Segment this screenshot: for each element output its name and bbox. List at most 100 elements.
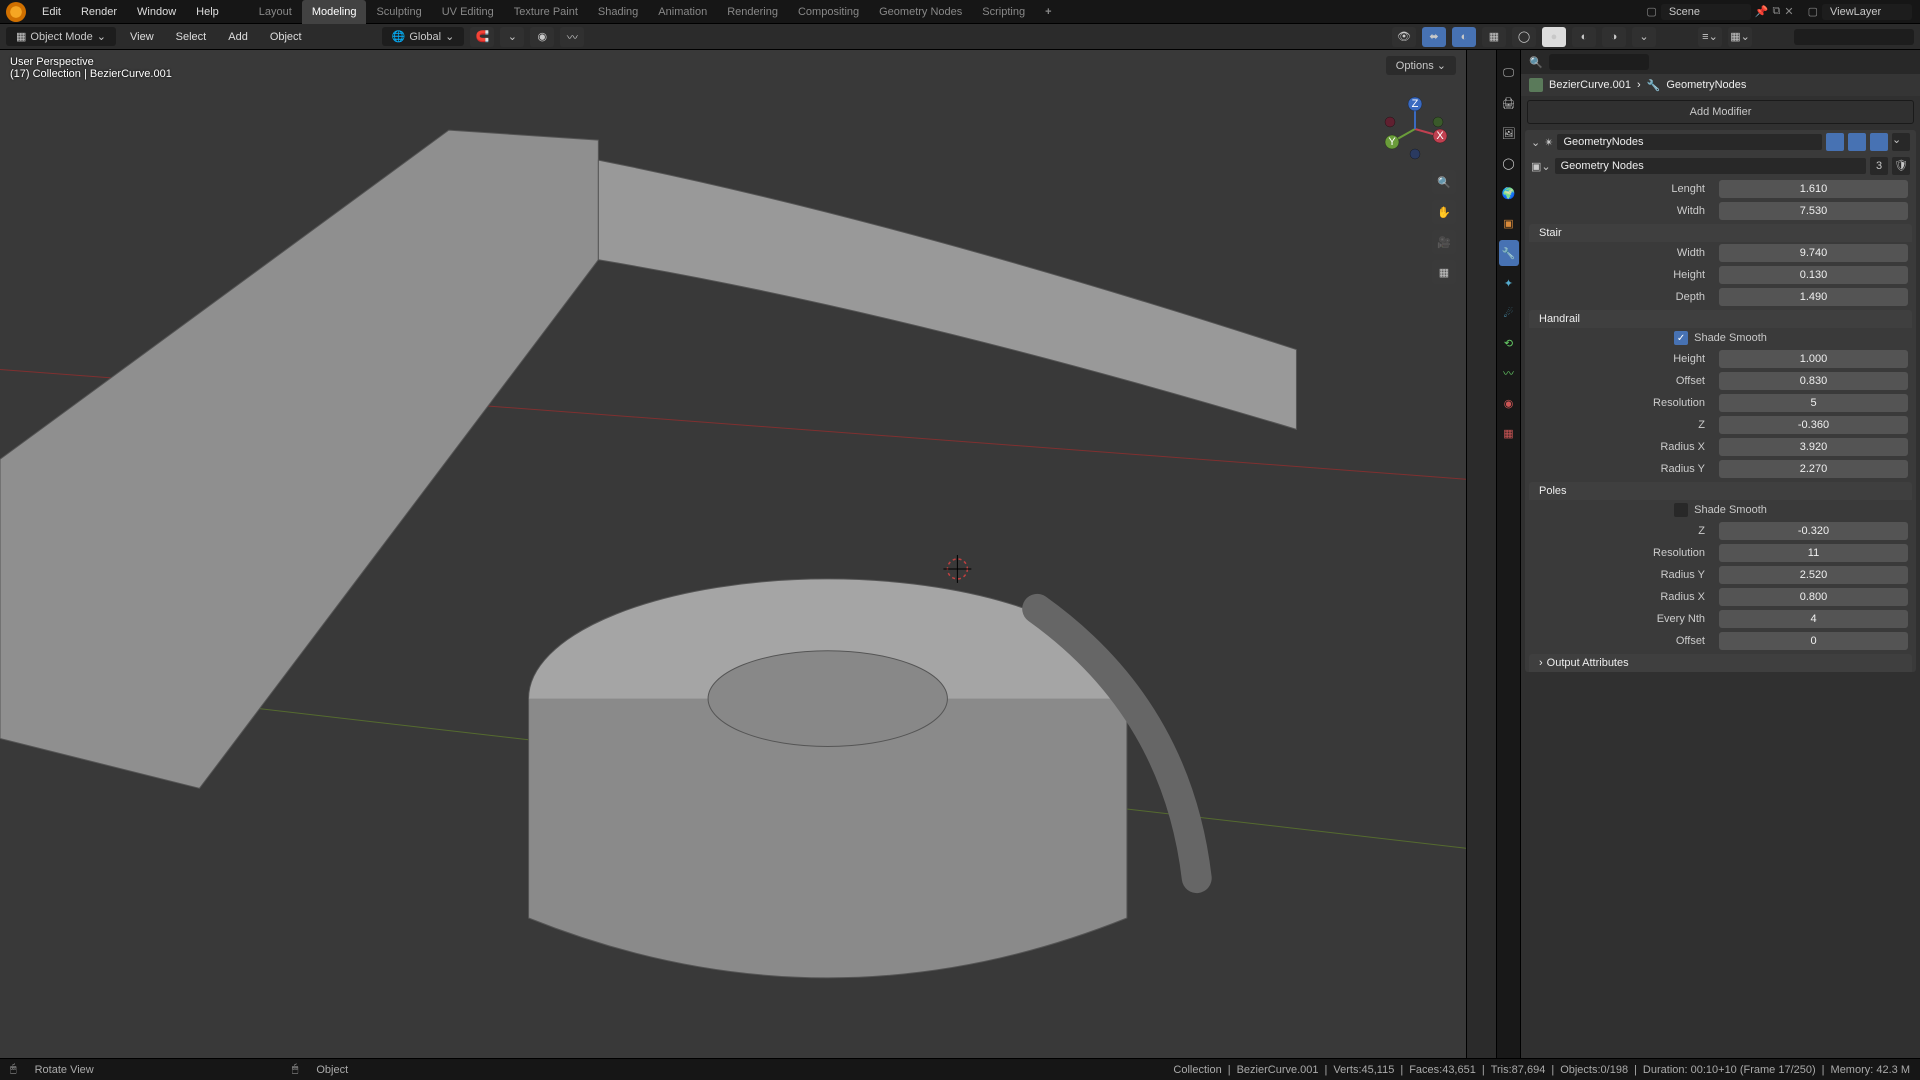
viewlayer-name-field[interactable]: ViewLayer <box>1822 4 1912 20</box>
shading-rendered[interactable]: ◑ <box>1602 27 1626 47</box>
input-value[interactable]: 5 <box>1719 394 1908 412</box>
ws-tab-add[interactable]: + <box>1035 0 1061 24</box>
camera-icon[interactable]: 🎥 <box>1432 230 1456 254</box>
tab-viewlayer[interactable]: 🖼 <box>1499 120 1519 146</box>
menu-edit[interactable]: Edit <box>32 0 71 24</box>
shading-solid[interactable]: ● <box>1542 27 1566 47</box>
orientation-dropdown[interactable]: 🌐 Global ⌄ <box>382 27 465 46</box>
input-value[interactable]: 7.530 <box>1719 202 1908 220</box>
menu-help[interactable]: Help <box>186 0 229 24</box>
ws-tab-uv[interactable]: UV Editing <box>432 0 504 24</box>
tab-texture[interactable]: ▦ <box>1499 420 1519 446</box>
section-header[interactable]: Handrail <box>1529 310 1912 328</box>
input-value[interactable]: 2.520 <box>1719 566 1908 584</box>
outliner-display-mode[interactable]: ≡⌄ <box>1698 27 1722 47</box>
mod-extra-menu[interactable]: ⌄ <box>1892 133 1910 151</box>
tab-scene[interactable]: ◯ <box>1499 150 1519 176</box>
ws-tab-rendering[interactable]: Rendering <box>717 0 788 24</box>
pan-icon[interactable]: ✋ <box>1432 200 1456 224</box>
input-value[interactable]: -0.320 <box>1719 522 1908 540</box>
shading-options[interactable]: ⌄ <box>1632 27 1656 47</box>
tab-world[interactable]: 🌍 <box>1499 180 1519 206</box>
input-value[interactable]: 3.920 <box>1719 438 1908 456</box>
tab-constraints[interactable]: ⟲ <box>1499 330 1519 356</box>
shading-matprev[interactable]: ◐ <box>1572 27 1596 47</box>
tab-output[interactable]: 🖨 <box>1499 90 1519 116</box>
shading-wire[interactable]: ◯ <box>1512 27 1536 47</box>
nodegroup-fakeuser[interactable]: 🛡 <box>1892 157 1910 175</box>
outliner-collapse-strip[interactable] <box>1466 50 1496 1058</box>
nodegroup-name-field[interactable] <box>1555 158 1866 174</box>
ws-tab-scripting[interactable]: Scripting <box>972 0 1035 24</box>
tab-object[interactable]: ▣ <box>1499 210 1519 236</box>
proportional-toggle[interactable]: ◉ <box>530 27 554 47</box>
input-value[interactable]: 2.270 <box>1719 460 1908 478</box>
tab-material[interactable]: ◉ <box>1499 390 1519 416</box>
mod-render-toggle[interactable] <box>1848 133 1866 151</box>
visibility-icon[interactable]: 👁 <box>1392 27 1416 47</box>
viewport-3d[interactable]: User Perspective (17) Collection | Bezie… <box>0 50 1466 1058</box>
input-value[interactable]: -0.360 <box>1719 416 1908 434</box>
perspective-icon[interactable]: ▦ <box>1432 260 1456 284</box>
header-view[interactable]: View <box>122 31 162 43</box>
chevron-down-icon[interactable]: ⌄ <box>1531 136 1540 149</box>
input-value[interactable]: 11 <box>1719 544 1908 562</box>
menu-window[interactable]: Window <box>127 0 186 24</box>
input-value[interactable]: 9.740 <box>1719 244 1908 262</box>
tab-modifiers[interactable]: 🔧 <box>1499 240 1519 266</box>
header-select[interactable]: Select <box>168 31 215 43</box>
input-value[interactable]: 0.830 <box>1719 372 1908 390</box>
ws-tab-layout[interactable]: Layout <box>249 0 302 24</box>
input-value[interactable]: 1.610 <box>1719 180 1908 198</box>
input-value[interactable]: 0.130 <box>1719 266 1908 284</box>
input-value[interactable]: 4 <box>1719 610 1908 628</box>
add-modifier-button[interactable]: Add Modifier <box>1527 100 1914 124</box>
outliner-search[interactable] <box>1794 29 1914 45</box>
zoom-icon[interactable]: 🔍 <box>1432 170 1456 194</box>
gizmo-toggle[interactable]: ⬌ <box>1422 27 1446 47</box>
ws-tab-animation[interactable]: Animation <box>648 0 717 24</box>
mod-edit-toggle[interactable] <box>1870 133 1888 151</box>
axes-gizmo[interactable]: Z X Y <box>1380 94 1450 164</box>
snap-toggle[interactable]: 🧲 <box>470 27 494 47</box>
section-header[interactable]: Stair <box>1529 224 1912 242</box>
close-icon[interactable]: ✕ <box>1784 5 1793 18</box>
mode-dropdown[interactable]: ▦ Object Mode ⌄ <box>6 27 116 46</box>
input-value[interactable]: 1.490 <box>1719 288 1908 306</box>
overlay-toggle[interactable]: ◐ <box>1452 27 1476 47</box>
snap-options[interactable]: ⌄ <box>500 27 524 47</box>
ws-tab-compositing[interactable]: Compositing <box>788 0 869 24</box>
menu-render[interactable]: Render <box>71 0 127 24</box>
ws-tab-modeling[interactable]: Modeling <box>302 0 367 24</box>
output-attributes-header[interactable]: › Output Attributes <box>1529 654 1912 672</box>
properties-search[interactable] <box>1549 54 1649 70</box>
ws-tab-texture[interactable]: Texture Paint <box>504 0 588 24</box>
breadcrumb-modifier[interactable]: GeometryNodes <box>1666 79 1746 91</box>
tab-particles[interactable]: ✦ <box>1499 270 1519 296</box>
tab-data[interactable]: 〰 <box>1499 360 1519 386</box>
shade-smooth-checkbox[interactable] <box>1674 503 1688 517</box>
tab-physics[interactable]: ☄ <box>1499 300 1519 326</box>
pin-icon[interactable]: 📌 <box>1755 5 1769 18</box>
input-value[interactable]: 0 <box>1719 632 1908 650</box>
ws-tab-shading[interactable]: Shading <box>588 0 648 24</box>
breadcrumb-object[interactable]: BezierCurve.001 <box>1549 79 1631 91</box>
tab-render[interactable]: 🖵 <box>1499 60 1519 86</box>
input-value[interactable]: 1.000 <box>1719 350 1908 368</box>
header-object[interactable]: Object <box>262 31 310 43</box>
input-value[interactable]: 0.800 <box>1719 588 1908 606</box>
section-header[interactable]: Poles <box>1529 482 1912 500</box>
ws-tab-geonodes[interactable]: Geometry Nodes <box>869 0 972 24</box>
header-add[interactable]: Add <box>220 31 256 43</box>
shade-smooth-checkbox[interactable] <box>1674 331 1688 345</box>
viewport-options-dropdown[interactable]: Options ⌄ <box>1386 56 1456 75</box>
proportional-curve[interactable]: 〰 <box>560 27 584 47</box>
xray-toggle[interactable]: ▦ <box>1482 27 1506 47</box>
copy-icon[interactable]: ⧉ <box>1773 5 1781 18</box>
ws-tab-sculpting[interactable]: Sculpting <box>366 0 431 24</box>
outliner-filter[interactable]: ▦⌄ <box>1728 27 1752 47</box>
scene-name-field[interactable]: Scene <box>1661 4 1751 20</box>
mod-realtime-toggle[interactable] <box>1826 133 1844 151</box>
modifier-name-field[interactable] <box>1557 134 1822 150</box>
nodegroup-users[interactable]: 3 <box>1870 157 1888 175</box>
